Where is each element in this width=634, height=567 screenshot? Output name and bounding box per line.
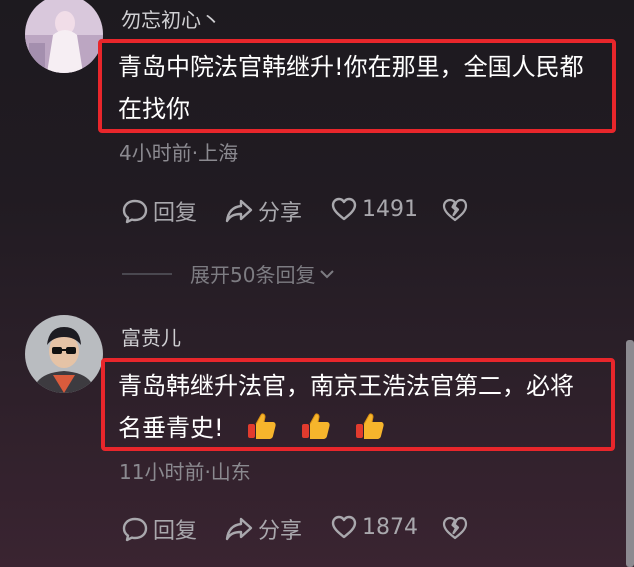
reply-button[interactable]: 回复 <box>121 513 197 545</box>
dislike-button[interactable] <box>442 514 468 546</box>
thumbs-up-emoji-icon <box>355 413 384 439</box>
share-label: 分享 <box>258 519 303 544</box>
comment-text-line: 名垂青史! <box>118 407 574 449</box>
broken-heart-icon <box>442 198 468 222</box>
like-count: 1491 <box>362 196 418 222</box>
reply-label: 回复 <box>153 519 198 544</box>
username[interactable]: 富贵儿 <box>121 322 181 351</box>
expand-replies-label: 展开50条回复 <box>190 263 316 287</box>
comment-text: 青岛中院法官韩继升!你在那里，全国人民都 在找你 <box>118 46 584 130</box>
avatar[interactable] <box>25 315 103 393</box>
comment-text-line: 青岛中院法官韩继升!你在那里，全国人民都 <box>118 53 584 81</box>
scrollbar[interactable] <box>626 340 634 567</box>
share-label: 分享 <box>258 201 303 226</box>
expand-replies-button[interactable]: 展开50条回复 <box>122 259 337 288</box>
comment-text-line: 青岛韩继升法官，南京王浩法官第二，必将 <box>118 372 574 400</box>
comment-meta: 4小时前·上海 <box>119 141 239 165</box>
like-button[interactable]: 1874 <box>330 513 418 541</box>
divider <box>122 272 172 275</box>
comment-meta: 11小时前·山东 <box>119 460 251 484</box>
heart-outline-icon <box>331 515 357 539</box>
reply-button[interactable]: 回复 <box>121 195 197 227</box>
username[interactable]: 勿忘初心丶 <box>121 4 221 33</box>
share-arrow-icon <box>225 199 253 223</box>
broken-heart-icon <box>442 516 468 540</box>
thumbs-up-emoji-icon <box>301 413 330 439</box>
comment-text: 青岛韩继升法官，南京王浩法官第二，必将 名垂青史! <box>118 365 574 449</box>
speech-bubble-icon <box>122 199 148 224</box>
avatar[interactable] <box>25 0 103 73</box>
share-arrow-icon <box>225 517 253 541</box>
like-button[interactable]: 1491 <box>330 195 418 223</box>
like-count: 1874 <box>362 514 418 540</box>
dislike-button[interactable] <box>442 196 468 228</box>
chevron-down-icon <box>320 269 335 278</box>
heart-outline-icon <box>331 197 357 221</box>
comment-text-segment: 名垂青史! <box>118 414 224 442</box>
reply-label: 回复 <box>153 201 198 226</box>
share-button[interactable]: 分享 <box>224 195 302 227</box>
share-button[interactable]: 分享 <box>224 513 302 545</box>
comment-text-line: 在找你 <box>118 95 190 123</box>
speech-bubble-icon <box>122 517 148 542</box>
thumbs-up-emoji-icon <box>248 413 276 439</box>
